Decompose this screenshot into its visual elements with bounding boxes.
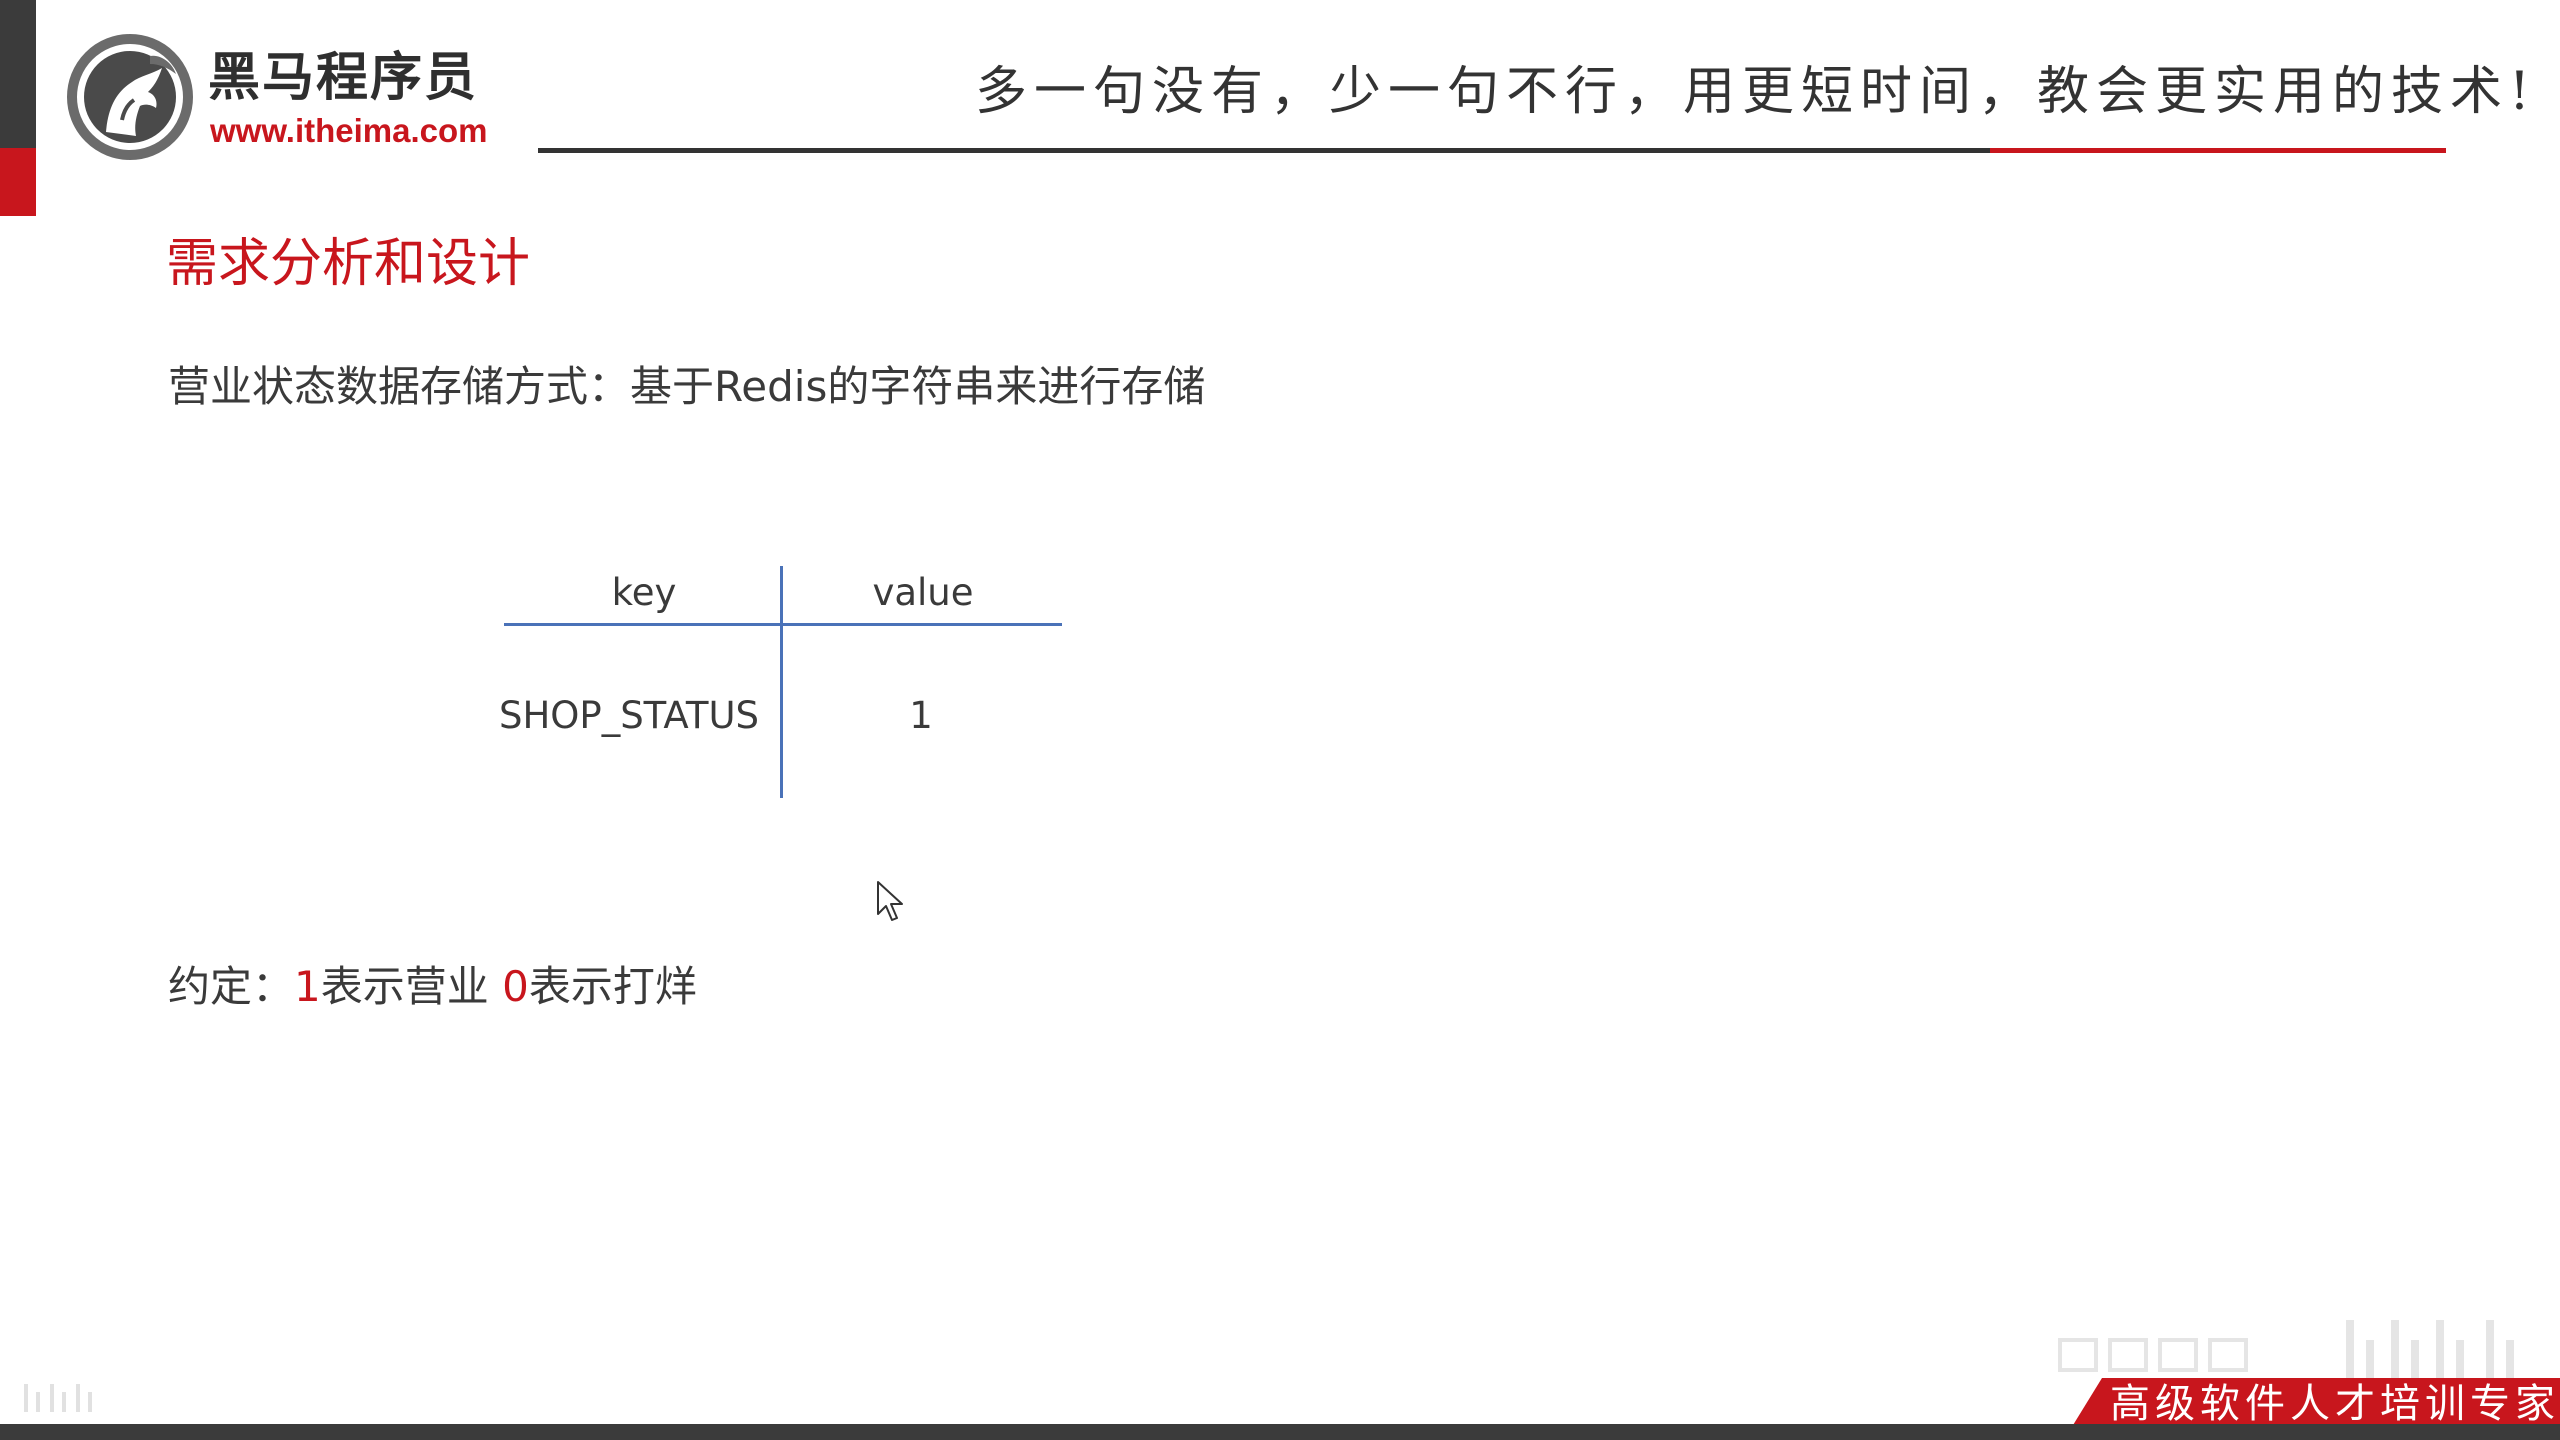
status-convention: 约定：1表示营业 0表示打烊 bbox=[168, 966, 697, 1008]
left-edge-red-bar bbox=[0, 148, 36, 216]
brand-url: www.itheima.com bbox=[210, 112, 488, 149]
slide-title: 需求分析和设计 bbox=[166, 234, 531, 294]
bilibili-watermark-icon-small bbox=[24, 1384, 92, 1412]
table-header-value: value bbox=[872, 571, 974, 614]
table-header-rule bbox=[504, 623, 1062, 626]
table-cell-key: SHOP_STATUS bbox=[498, 694, 760, 737]
header-slogan: 多一句没有，少一句不行，用更短时间，教会更实用的技术! bbox=[975, 62, 2537, 122]
mouse-cursor-icon bbox=[877, 881, 903, 921]
brand-name: 黑马程序员 bbox=[208, 48, 479, 108]
table-header-key: key bbox=[611, 571, 677, 614]
left-edge-dark-bar bbox=[0, 0, 36, 148]
header-rule-red bbox=[1990, 148, 2446, 153]
convention-open-text: 表示营业 bbox=[320, 962, 503, 1011]
footer-dark-bar bbox=[0, 1424, 2560, 1440]
convention-prefix: 约定： bbox=[168, 962, 295, 1011]
footer-tagline: 高级软件人才培训专家 bbox=[2110, 1381, 2560, 1427]
horse-logo-icon bbox=[67, 34, 193, 160]
convention-closed-value: 0 bbox=[502, 962, 529, 1011]
convention-open-value: 1 bbox=[294, 962, 321, 1011]
table-cell-value: 1 bbox=[909, 694, 933, 737]
convention-closed-text: 表示打烊 bbox=[528, 962, 697, 1011]
header-rule-dark bbox=[538, 148, 1990, 153]
slide-description: 营业状态数据存储方式：基于Redis的字符串来进行存储 bbox=[168, 362, 1206, 411]
